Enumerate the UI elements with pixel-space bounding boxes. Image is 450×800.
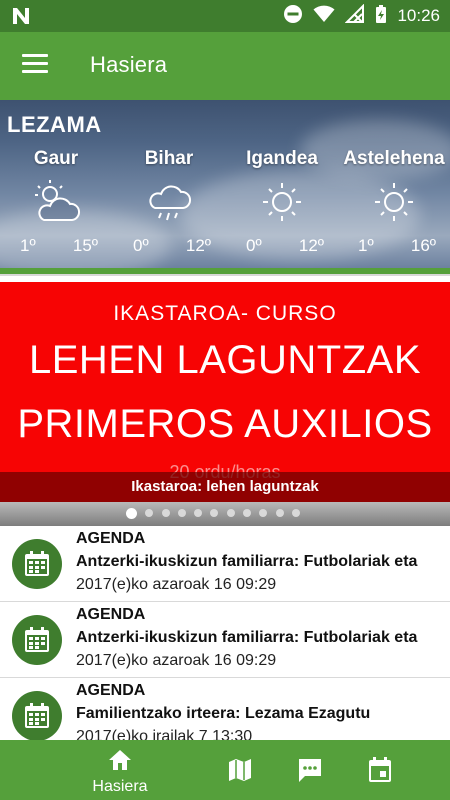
carousel-dot[interactable] (226, 509, 235, 517)
temp-min: 1º (358, 236, 374, 255)
temp-min: 0º (246, 236, 262, 255)
rain-cloud-icon (143, 178, 195, 226)
item-category: AGENDA (76, 606, 146, 623)
status-bar: 10:26 (0, 0, 450, 32)
list-item[interactable]: AGENDA Antzerki-ikuskizun familiarra: Fu… (0, 526, 450, 602)
do-not-disturb-icon (283, 4, 303, 29)
item-date: 2017(e)ko irailak 7 13:30 (76, 728, 253, 740)
n-notification-icon (10, 5, 32, 27)
calendar-icon (12, 615, 62, 665)
carousel-dot[interactable] (126, 508, 137, 519)
temp-max: 12º (185, 236, 211, 255)
banner-carousel-slide[interactable]: IKASTAROA- CURSO LEHEN LAGUNTZAK PRIMERO… (0, 282, 450, 510)
carousel-dot[interactable] (194, 509, 203, 517)
sun-icon (368, 178, 420, 226)
partly-cloudy-icon (30, 178, 82, 226)
wifi-icon (313, 5, 335, 28)
banner-line-1: IKASTAROA- CURSO (113, 302, 337, 325)
item-date: 2017(e)ko azaroak 16 09:29 (76, 652, 277, 669)
calendar-icon (12, 539, 62, 589)
battery-charging-icon (375, 4, 387, 29)
carousel-dot[interactable] (210, 509, 219, 517)
temp-max: 16º (410, 236, 436, 255)
item-category: AGENDA (76, 530, 146, 547)
calendar-icon (12, 691, 62, 740)
carousel-dot[interactable] (145, 509, 154, 517)
item-title: Antzerki-ikuskizun familiarra: Futbolari… (76, 553, 418, 570)
weather-widget[interactable]: LEZAMA Gaur 1º 15º Bihar 0º 12º Igandea … (0, 100, 450, 270)
banner-caption: Ikastaroa: lehen laguntzak (0, 472, 450, 502)
bottom-navigation: Hasiera (0, 740, 450, 800)
sun-icon (256, 178, 308, 226)
weather-day-1: Bihar 0º 12º (113, 148, 225, 255)
home-icon (109, 750, 131, 770)
carousel-dot[interactable] (243, 509, 252, 517)
app-screen: 10:26 Hasiera LEZAMA Gaur 1º 15º Bihar 0… (0, 0, 450, 800)
temp-max: 15º (72, 236, 98, 255)
nav-map-button[interactable] (220, 752, 260, 788)
item-date: 2017(e)ko azaroak 16 09:29 (76, 576, 277, 593)
carousel-dot[interactable] (275, 509, 284, 517)
banner-line-2: LEHEN LAGUNTZAK (28, 338, 422, 382)
temp-max: 12º (298, 236, 324, 255)
system-icons: 10:26 (283, 0, 440, 32)
news-list[interactable]: AGENDA Antzerki-ikuskizun familiarra: Fu… (0, 526, 450, 740)
weather-day-name: Gaur (33, 148, 79, 169)
app-bar: Hasiera (0, 32, 450, 100)
event-icon (369, 757, 391, 782)
carousel-dot[interactable] (259, 509, 268, 517)
list-item[interactable]: AGENDA Familientzako irteera: Lezama Eza… (0, 678, 450, 740)
hamburger-menu-icon[interactable] (22, 54, 48, 76)
carousel-dots (0, 508, 450, 519)
weather-day-2: Igandea 0º 12º (226, 148, 338, 255)
carousel-dot[interactable] (161, 509, 170, 517)
map-icon (229, 759, 251, 781)
nav-home-button[interactable]: Hasiera (82, 740, 158, 800)
carousel-dot[interactable] (177, 509, 186, 517)
weather-day-0: Gaur 1º 15º (0, 148, 112, 255)
carousel-pager (0, 502, 450, 526)
nav-messages-button[interactable] (290, 752, 330, 788)
temp-min: 0º (133, 236, 149, 255)
item-category: AGENDA (76, 682, 146, 699)
weather-day-name: Igandea (246, 148, 318, 169)
nav-events-button[interactable] (360, 752, 400, 788)
weather-day-name: Astelehena (343, 148, 445, 169)
weather-location: LEZAMA (7, 112, 102, 137)
list-item[interactable]: AGENDA Antzerki-ikuskizun familiarra: Fu… (0, 602, 450, 678)
nav-home-label: Hasiera (92, 778, 148, 795)
divider (0, 274, 450, 276)
chat-icon (299, 759, 321, 782)
banner-line-3: PRIMEROS AUXILIOS (17, 402, 433, 446)
temp-min: 1º (20, 236, 36, 255)
item-title: Familientzako irteera: Lezama Ezagutu (76, 705, 371, 722)
page-title: Hasiera (90, 52, 168, 77)
no-signal-icon (345, 3, 365, 29)
clock-time: 10:26 (397, 6, 440, 25)
item-title: Antzerki-ikuskizun familiarra: Futbolari… (76, 629, 418, 646)
carousel-dot[interactable] (291, 509, 300, 517)
weather-day-name: Bihar (144, 148, 194, 169)
weather-day-3: Astelehena 1º 16º (338, 148, 450, 255)
